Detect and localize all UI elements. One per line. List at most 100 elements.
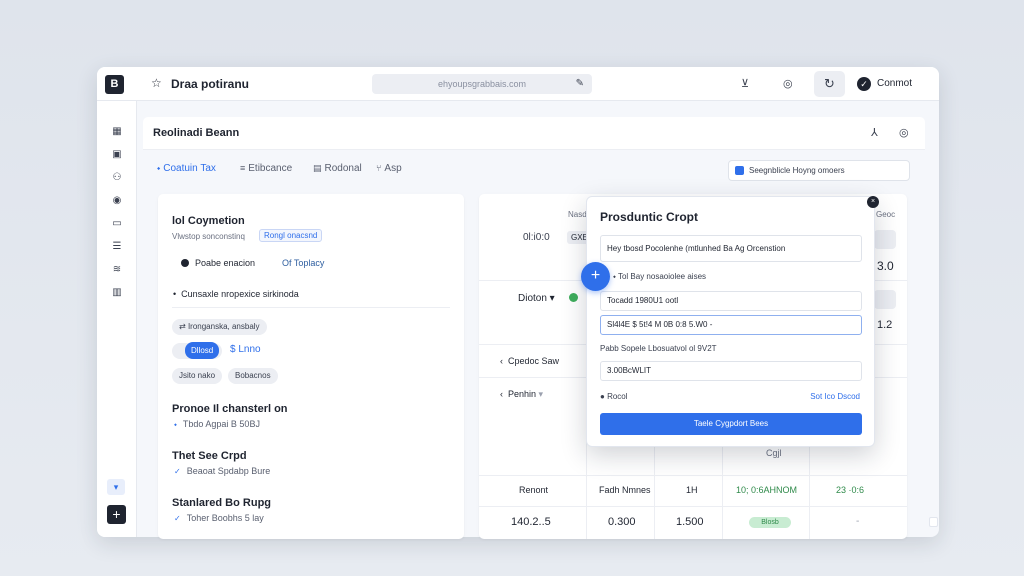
column-label: Nasd <box>568 210 587 219</box>
connect-button[interactable]: Conmot <box>877 78 912 89</box>
tab-rodonal[interactable]: ▤ Rodonal <box>313 163 362 174</box>
section-subtitle: ✓ Beaoat Spdabp Bure <box>174 466 271 476</box>
star-icon[interactable]: ☆ <box>151 76 162 90</box>
add-fab-button[interactable]: + <box>581 262 610 291</box>
popover-row-text: ⬩ Tol Bay nosaoiolee aises <box>613 272 707 281</box>
calendar-icon: ▤ <box>313 163 322 173</box>
status-badge: Blosb <box>749 517 791 528</box>
users-icon[interactable]: ⚇ <box>110 172 124 184</box>
table-cell: 1.500 <box>676 516 704 528</box>
create-button[interactable]: Taele Cygpdort Bees <box>600 413 862 435</box>
tab-app[interactable]: ⑂ Asp <box>376 163 402 174</box>
metric-value: 3.0 <box>877 259 894 273</box>
popover-label: Pabb Sopele Lbosuatvol ol 9V2T <box>600 344 717 353</box>
app-logo-icon[interactable]: B <box>105 75 124 94</box>
metric-value: 1.2 <box>877 319 893 331</box>
table-header-cell: 1H <box>686 485 698 495</box>
status-dot-icon <box>569 293 578 302</box>
left-rail: ▦ ▣ ⚇ ◉ ▭ ☰ ≋ ▥ ▾ + <box>97 101 137 537</box>
create-popover: Prosduntic Cropt Hey tbosd Pocolenhe (mt… <box>586 196 875 447</box>
scrollbar-thumb[interactable] <box>929 517 938 527</box>
table-header-cell: 23 ·0:6 <box>836 485 865 495</box>
bell-icon[interactable]: ◎ <box>783 77 793 90</box>
grid-icon[interactable]: ▦ <box>110 126 124 138</box>
time-value: 0l:i0:0 <box>523 232 550 243</box>
check-icon: ✓ <box>857 77 871 91</box>
tag-icon: ⬩ <box>157 163 161 173</box>
tab-eticance[interactable]: ≡ Etibcance <box>240 163 292 174</box>
amount-text: $ Lnno <box>230 344 261 355</box>
popover-title: Prosduntic Cropt <box>600 210 698 224</box>
list-row[interactable]: ‹ Cpedoc Saw <box>500 356 559 366</box>
table-header-cell: Renont <box>519 485 549 495</box>
window-icon[interactable]: ▭ <box>110 218 124 230</box>
tag-pill-selected[interactable]: Dllosd <box>185 342 220 359</box>
close-icon[interactable]: × <box>867 196 879 208</box>
value-field[interactable]: Sl4l4E $ 5t!4 M 0B 0:8 5.W0 - <box>600 315 862 335</box>
panel-title: lol Coymetion <box>172 215 245 227</box>
branch-icon: ⑂ <box>376 163 382 173</box>
list-row[interactable]: ‹ Penhin ▾ <box>500 389 543 400</box>
plus-icon: + <box>590 267 601 284</box>
divider <box>479 475 907 476</box>
row-label[interactable]: Dioton ▾ <box>518 293 555 304</box>
input-box[interactable] <box>874 290 896 309</box>
table-cell: - <box>856 516 860 527</box>
check-icon: ✓ <box>174 514 181 523</box>
bullet-item: • Cunsaxle nropexice sirkinoda <box>173 289 299 299</box>
figure-label: Cgjl <box>766 448 782 458</box>
plus-icon: + <box>112 506 121 522</box>
tag-pill[interactable]: Bobacnos <box>228 368 278 384</box>
search-icon <box>735 166 744 175</box>
add-button[interactable]: + <box>107 505 126 524</box>
record-icon[interactable]: ◉ <box>110 195 124 207</box>
settings-icon[interactable]: ◎ <box>899 126 909 139</box>
search-input[interactable]: Seegnblicle Hoyng omoers <box>728 160 910 181</box>
amount-field[interactable]: 3.00BcWLIT <box>600 361 862 381</box>
popover-link[interactable]: Sot Ico Dscod <box>810 392 860 401</box>
url-bar[interactable]: ehyoupsgrabbais.com ✎ <box>372 74 592 94</box>
radio-option-1[interactable]: Poabe enacion <box>181 258 255 268</box>
board-icon[interactable]: ▣ <box>110 149 124 161</box>
list-icon[interactable]: ☰ <box>110 241 124 253</box>
share-icon[interactable]: ⅄ <box>871 126 878 139</box>
section-subtitle: ⬩ Tbdo Agpai B 50BJ <box>174 419 260 429</box>
content-header: Reolinadi Beann ⅄ ◎ <box>143 117 925 150</box>
table-header-cell: 10; 0:6AHNOM <box>736 485 798 495</box>
panel-subtitle: Vlwstop sonconstinq <box>172 232 245 241</box>
tag-pill[interactable]: ⇄ Ironganska, ansbaly <box>172 319 267 335</box>
page-title: Reolinadi Beann <box>153 127 240 139</box>
check-icon: ✓ <box>174 467 181 476</box>
column-label: Geoc <box>876 210 896 219</box>
input-box[interactable] <box>874 230 896 249</box>
divider <box>479 506 907 507</box>
info-icon: ⬩ <box>174 420 177 429</box>
pencil-icon[interactable]: ✎ <box>576 74 584 94</box>
table-cell: 0.300 <box>608 516 636 528</box>
tab-custom-tax[interactable]: ⬩ Coatuin Tax <box>157 163 216 174</box>
table-cell: 140.2..5 <box>511 516 551 528</box>
left-panel: lol Coymetion Vlwstop sonconstinq Rongl … <box>158 194 464 539</box>
section-title: Pronoe Il chansterl on <box>172 403 288 415</box>
section-title: Stanlared Bo Rupg <box>172 497 272 509</box>
section-subtitle: ✓ Toher Boobhs 5 lay <box>174 513 264 523</box>
url-text: ehyoupsgrabbais.com <box>437 79 527 89</box>
divider <box>172 307 450 308</box>
filter-button[interactable]: ▾ <box>107 479 125 495</box>
chart-icon[interactable]: ▥ <box>110 287 124 299</box>
radio-icon: ● <box>600 392 605 401</box>
table-header-cell: Fadh Nmnes <box>599 485 651 495</box>
radio-option[interactable]: ● Rocol <box>600 392 628 401</box>
tag-pill[interactable]: Jsito nako <box>172 368 223 384</box>
radio-icon <box>181 259 189 267</box>
download-icon[interactable]: ⊻ <box>741 77 749 90</box>
refresh-button[interactable]: ↻ <box>814 71 845 97</box>
radio-option-2[interactable]: Of Toplacy <box>282 258 324 268</box>
list-icon: ≡ <box>240 163 246 173</box>
refresh-icon: ↻ <box>824 76 835 91</box>
name-field[interactable]: Tocadd 1980U1 ootl <box>600 291 862 311</box>
subtitle-chip[interactable]: Rongl onacsnd <box>259 229 323 242</box>
description-field[interactable]: Hey tbosd Pocolenhe (mtlunhed Ba Ag Orce… <box>600 235 862 262</box>
filter-icon: ▾ <box>113 482 119 492</box>
layers-icon[interactable]: ≋ <box>110 264 124 276</box>
